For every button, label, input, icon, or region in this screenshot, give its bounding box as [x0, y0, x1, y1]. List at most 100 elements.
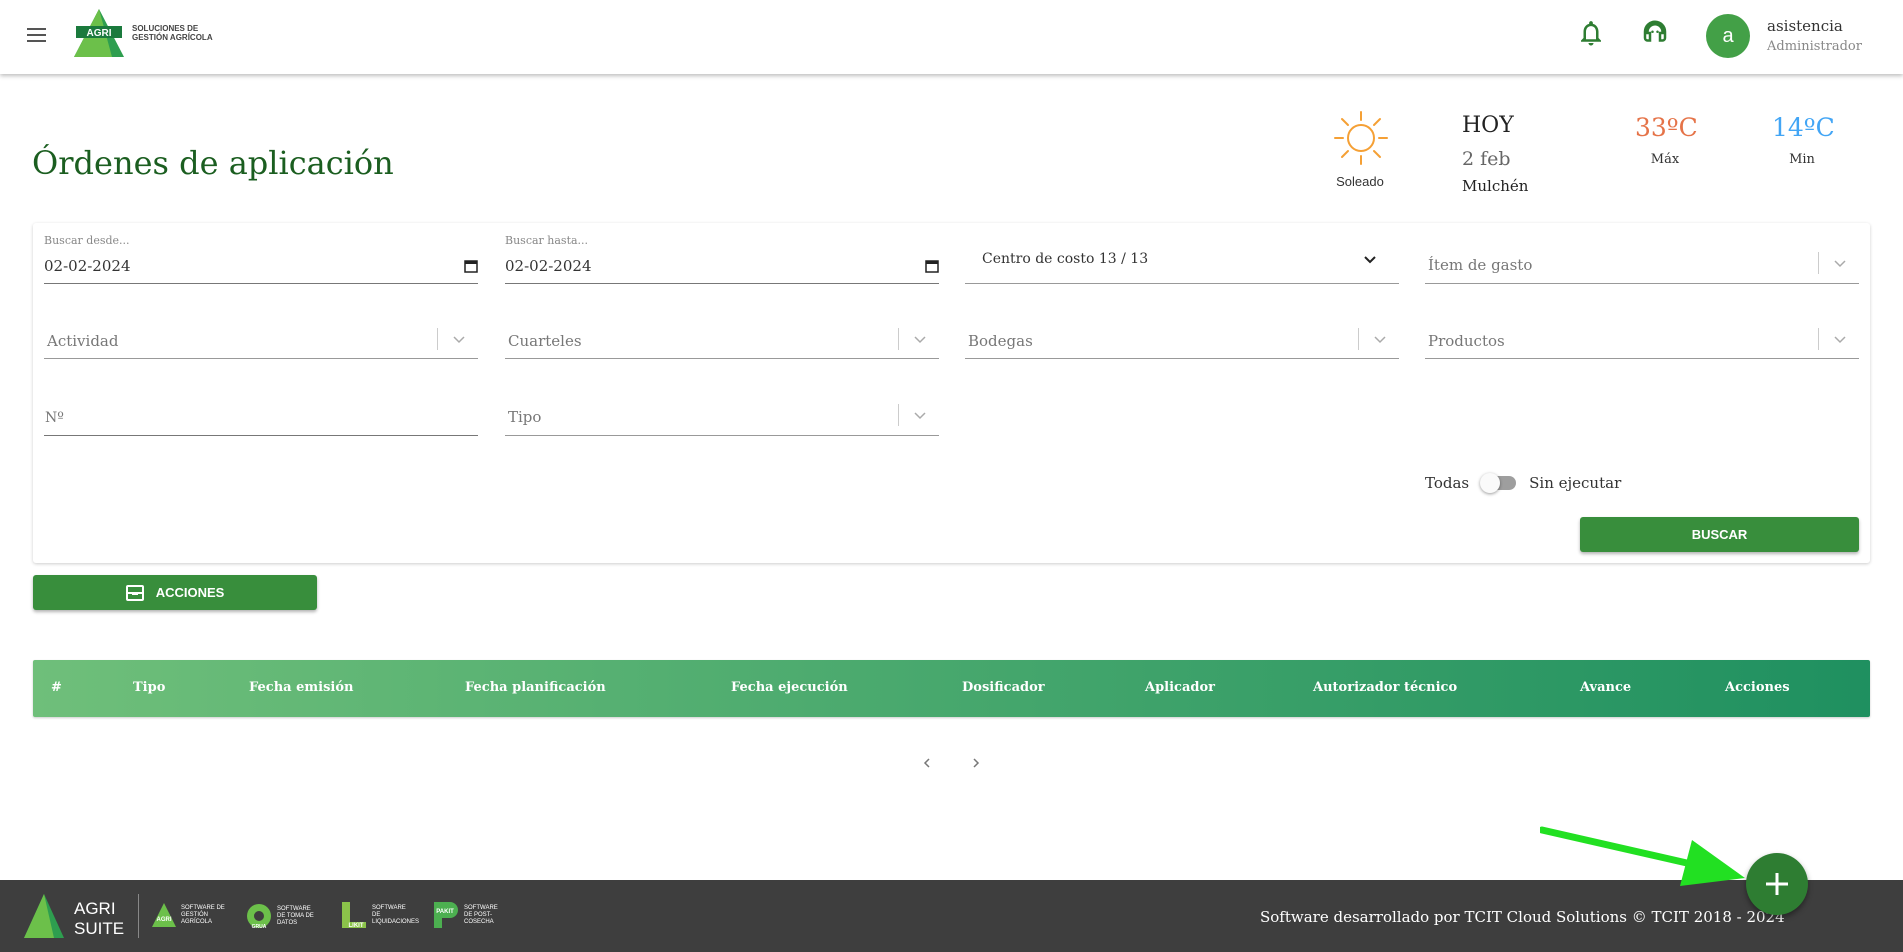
column-header-planning-date[interactable]: Fecha planificación: [465, 680, 606, 695]
date-to-value[interactable]: 02-02-2024: [505, 257, 591, 275]
chevron-down-icon[interactable]: [1363, 255, 1377, 264]
cost-center-select[interactable]: Centro de costo 13 / 13: [965, 234, 1399, 284]
likit-product-icon: LIKIT: [342, 902, 366, 929]
chevron-left-icon[interactable]: [920, 756, 934, 770]
svg-text:LIKIT: LIKIT: [349, 923, 364, 929]
weather-city: Mulchén: [1462, 177, 1529, 195]
select-separator: [437, 328, 438, 350]
column-header-type[interactable]: Tipo: [133, 680, 165, 695]
footer-product-label: SOFTWARE DE GESTIÓN AGRÍCOLA: [181, 904, 225, 925]
agri-logo[interactable]: AGRI SOLUCIONES DE GESTIÓN AGRÍCOLA: [72, 7, 213, 59]
menu-icon[interactable]: [27, 27, 47, 43]
toggle-knob[interactable]: [1480, 473, 1501, 493]
footer-product-label: SOFTWARE DE TOMA DE DATOS: [277, 905, 314, 926]
table-header: # Tipo Fecha emisión Fecha planificación…: [33, 660, 1870, 717]
actions-button[interactable]: ACCIONES: [33, 575, 317, 610]
agri-product-icon: AGRI: [152, 903, 176, 927]
date-to-label: Buscar hasta...: [505, 234, 589, 247]
number-placeholder: Nº: [45, 410, 64, 426]
activity-placeholder: Actividad: [47, 332, 119, 350]
grua-product-icon: GRUA: [247, 904, 271, 930]
select-separator: [1358, 328, 1359, 350]
column-header-dispenser[interactable]: Dosificador: [962, 680, 1045, 695]
inbox-icon: [125, 584, 144, 601]
search-button[interactable]: BUSCAR: [1580, 517, 1859, 552]
logo-line-2: GESTIÓN AGRÍCOLA: [132, 33, 213, 42]
footer-copyright: Software desarrollado por TCIT Cloud Sol…: [1260, 908, 1785, 926]
svg-text:AGRI: AGRI: [74, 899, 116, 918]
expense-item-select[interactable]: Ítem de gasto: [1425, 234, 1859, 284]
footer: AGRI SUITE AGRI SOFTWARE DE GESTIÓN AGRÍ…: [0, 880, 1903, 952]
agri-logo-mark: AGRI: [74, 9, 124, 57]
sun-icon: [1334, 111, 1388, 165]
svg-text:AGRI: AGRI: [87, 28, 112, 39]
support-headset-icon[interactable]: [1640, 18, 1670, 48]
chevron-down-icon[interactable]: [1833, 259, 1847, 268]
chevron-down-icon[interactable]: [913, 335, 927, 344]
date-to-field[interactable]: Buscar hasta... 02-02-2024: [505, 234, 939, 284]
activity-select[interactable]: Actividad: [44, 320, 478, 359]
min-temperature-label: Min: [1789, 152, 1815, 167]
toggle-label-unexecuted: Sin ejecutar: [1529, 474, 1622, 492]
min-temperature: 14ºC: [1772, 113, 1835, 142]
chevron-down-icon[interactable]: [452, 335, 466, 344]
column-header-actions[interactable]: Acciones: [1725, 680, 1790, 695]
chevron-down-icon[interactable]: [1373, 335, 1387, 344]
select-separator: [1818, 252, 1819, 274]
calendar-icon[interactable]: [464, 259, 478, 273]
products-select[interactable]: Productos: [1425, 320, 1859, 359]
footer-divider: [138, 894, 139, 938]
max-temperature: 33ºC: [1635, 113, 1698, 142]
user-name[interactable]: asistencia: [1767, 17, 1843, 35]
select-separator: [898, 404, 899, 426]
bell-icon[interactable]: [1576, 18, 1606, 48]
column-header-progress[interactable]: Avance: [1580, 680, 1631, 695]
barracks-placeholder: Cuarteles: [508, 332, 582, 350]
type-placeholder: Tipo: [508, 408, 542, 426]
weather-date: 2 feb: [1462, 148, 1511, 170]
actions-button-label: ACCIONES: [155, 585, 225, 600]
column-header-number[interactable]: #: [51, 680, 62, 695]
agri-suite-logo[interactable]: AGRI SUITE: [24, 892, 132, 940]
svg-text:PAKIT: PAKIT: [436, 909, 454, 915]
barracks-select[interactable]: Cuarteles: [505, 320, 939, 359]
avatar[interactable]: a: [1706, 14, 1750, 58]
execution-toggle-group: Todas Sin ejecutar: [1425, 473, 1622, 493]
column-header-technical-authorizer[interactable]: Autorizador técnico: [1313, 680, 1457, 695]
footer-product-grua[interactable]: GRUA SOFTWARE DE TOMA DE DATOS: [245, 902, 317, 930]
pakit-product-icon: PAKIT: [434, 902, 458, 928]
chevron-down-icon[interactable]: [1833, 335, 1847, 344]
warehouses-placeholder: Bodegas: [968, 332, 1033, 350]
expense-item-placeholder: Ítem de gasto: [1428, 256, 1533, 274]
chevron-down-icon[interactable]: [913, 411, 927, 420]
date-from-field[interactable]: Buscar desde... 02-02-2024: [44, 234, 478, 284]
calendar-icon[interactable]: [925, 259, 939, 273]
footer-product-label: SOFTWARE DE POST-COSECHA: [464, 904, 498, 925]
date-from-value[interactable]: 02-02-2024: [44, 257, 130, 275]
number-input[interactable]: Nº: [44, 398, 478, 436]
select-separator: [1818, 328, 1819, 350]
footer-product-likit[interactable]: LIKIT SOFTWARE DE LIQUIDACIONES: [340, 900, 420, 930]
execution-toggle[interactable]: [1480, 473, 1517, 493]
warehouses-select[interactable]: Bodegas: [965, 320, 1399, 359]
top-app-bar: AGRI SOLUCIONES DE GESTIÓN AGRÍCOLA a as…: [0, 0, 1903, 74]
svg-text:GRUA: GRUA: [252, 924, 267, 930]
max-temperature-label: Máx: [1650, 152, 1680, 167]
page-title: Órdenes de aplicación: [32, 144, 394, 182]
annotation-arrow: [1540, 826, 1745, 886]
type-select[interactable]: Tipo: [505, 398, 939, 436]
column-header-execution-date[interactable]: Fecha ejecución: [731, 680, 848, 695]
column-header-issue-date[interactable]: Fecha emisión: [249, 680, 353, 695]
svg-text:SUITE: SUITE: [74, 919, 124, 938]
add-order-button[interactable]: [1746, 853, 1808, 915]
chevron-right-icon[interactable]: [969, 756, 983, 770]
toggle-label-all: Todas: [1425, 474, 1470, 492]
plus-icon: [1766, 873, 1788, 895]
logo-line-1: SOLUCIONES DE: [132, 24, 199, 33]
logo-text: SOLUCIONES DE GESTIÓN AGRÍCOLA: [132, 24, 213, 42]
footer-product-agri[interactable]: AGRI SOFTWARE DE GESTIÓN AGRÍCOLA: [151, 902, 225, 928]
column-header-applicator[interactable]: Aplicador: [1145, 680, 1215, 695]
footer-product-pakit[interactable]: PAKIT SOFTWARE DE POST-COSECHA: [432, 900, 504, 930]
footer-product-label: SOFTWARE DE LIQUIDACIONES: [372, 904, 420, 925]
weather-condition: Soleado: [1336, 174, 1384, 189]
